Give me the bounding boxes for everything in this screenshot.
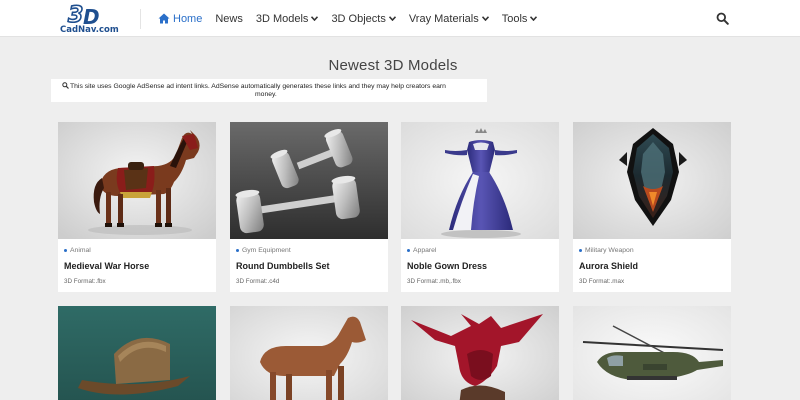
category-dot (236, 249, 239, 252)
model-thumbnail[interactable] (58, 306, 216, 400)
nav-divider (140, 9, 141, 29)
model-category[interactable]: Military Weapon (579, 247, 634, 254)
main-nav: Home News 3D Models 3D Objects Vray Mate… (158, 0, 550, 37)
model-thumbnail[interactable] (58, 122, 216, 239)
model-format: 3D Format:.c4d (236, 278, 280, 285)
nav-3d-objects-label: 3D Objects (331, 12, 386, 25)
notice-text: This site uses Google AdSense ad intent … (70, 83, 446, 90)
model-category[interactable]: Gym Equipment (236, 247, 291, 254)
model-category[interactable]: Apparel (407, 247, 436, 254)
model-thumbnail[interactable] (573, 306, 731, 400)
category-dot (407, 249, 410, 252)
model-card-boat[interactable] (58, 306, 216, 400)
nav-3d-models[interactable]: 3D Models (256, 13, 319, 25)
chevron-down-icon (481, 16, 489, 21)
category-dot (579, 249, 582, 252)
search-icon (62, 82, 69, 89)
model-thumbnail[interactable] (230, 306, 388, 400)
model-card-dragon[interactable] (401, 306, 559, 400)
model-format: 3D Format:.mb,.fbx (407, 278, 461, 285)
model-card-aurora-shield[interactable]: Military Weapon Aurora Shield 3D Format:… (573, 122, 731, 292)
search-button[interactable] (716, 12, 729, 25)
model-title[interactable]: Aurora Shield (579, 261, 638, 271)
model-thumbnail[interactable] (401, 306, 559, 400)
nav-tools[interactable]: Tools (502, 13, 538, 25)
chevron-down-icon (388, 16, 396, 21)
nav-3d-objects[interactable]: 3D Objects (331, 12, 396, 25)
category-label: Animal (70, 247, 91, 254)
nav-vray-materials[interactable]: Vray Materials (409, 13, 489, 25)
chevron-down-icon (311, 16, 319, 21)
top-navbar: 3 D CadNav.com Home News 3D Models 3D Ob… (0, 0, 800, 37)
model-thumbnail[interactable] (573, 122, 731, 239)
model-format: 3D Format:.fbx (64, 278, 106, 285)
model-card-medieval-war-horse[interactable]: Animal Medieval War Horse 3D Format:.fbx (58, 122, 216, 292)
category-dot (64, 249, 67, 252)
nav-news[interactable]: News (215, 13, 243, 25)
model-format: 3D Format:.max (579, 278, 625, 285)
site-logo[interactable]: 3 D CadNav.com (58, 2, 128, 34)
nav-home-label: Home (173, 12, 203, 25)
notice-text-end: money. (255, 91, 277, 98)
model-card-noble-gown-dress[interactable]: Apparel Noble Gown Dress 3D Format:.mb,.… (401, 122, 559, 292)
nav-vray-materials-label: Vray Materials (408, 12, 479, 25)
model-category[interactable]: Animal (64, 247, 91, 254)
svg-text:CadNav.com: CadNav.com (60, 25, 119, 34)
nav-home[interactable]: Home (158, 13, 202, 25)
model-card-horse[interactable] (230, 306, 388, 400)
search-icon (716, 12, 729, 25)
nav-3d-models-label: 3D Models (255, 12, 309, 25)
model-card-helicopter[interactable] (573, 306, 731, 400)
model-thumbnail[interactable] (401, 122, 559, 239)
model-thumbnail[interactable] (230, 122, 388, 239)
model-card-round-dumbbells-set[interactable]: Gym Equipment Round Dumbbells Set 3D For… (230, 122, 388, 292)
model-title[interactable]: Medieval War Horse (64, 261, 149, 271)
home-icon (158, 13, 170, 24)
chevron-down-icon (530, 16, 538, 21)
nav-news-label: News (215, 12, 243, 25)
adsense-notice: This site uses Google AdSense ad intent … (51, 79, 487, 102)
model-title[interactable]: Round Dumbbells Set (236, 261, 330, 271)
page-title: Newest 3D Models (328, 57, 458, 74)
model-title[interactable]: Noble Gown Dress (407, 261, 487, 271)
category-label: Gym Equipment (242, 247, 291, 254)
category-label: Apparel (413, 247, 437, 254)
category-label: Military Weapon (585, 247, 634, 254)
nav-tools-label: Tools (501, 12, 528, 25)
